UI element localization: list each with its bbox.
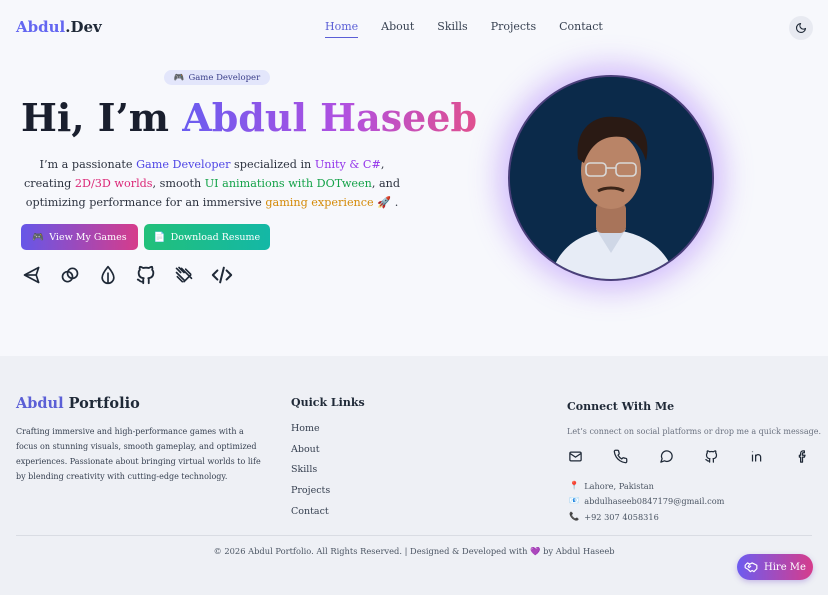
connect-subtitle: Let’s connect on social platforms or dro…	[567, 427, 822, 436]
navbar: Abdul.Dev Home About Skills Projects Con…	[0, 0, 828, 56]
desc-highlight: UI animations with DOTween	[204, 177, 372, 190]
location-text: Lahore, Pakistan	[584, 480, 654, 491]
telephone-icon: 📞	[569, 511, 580, 521]
mail-icon[interactable]	[567, 448, 583, 464]
footer-link-skills[interactable]: Skills	[291, 464, 330, 485]
feather-icon[interactable]	[97, 264, 119, 286]
quick-links-title: Quick Links	[291, 396, 365, 409]
hero-name: Abdul Haseeb	[182, 95, 478, 140]
footer-brand-first: Abdul	[16, 395, 64, 412]
logo-second: .Dev	[65, 18, 102, 36]
quick-links: Home About Skills Projects Contact	[291, 423, 330, 526]
connect-title: Connect With Me	[567, 400, 675, 413]
desc-text: 🚀 .	[377, 196, 399, 209]
footer-link-home[interactable]: Home	[291, 423, 330, 444]
nav-link-about[interactable]: About	[381, 20, 414, 38]
view-games-label: View My Games	[49, 231, 127, 243]
moon-icon	[795, 22, 807, 34]
logo-first: Abdul	[16, 18, 66, 36]
hire-me-button[interactable]: Hire Me	[737, 554, 813, 580]
github-icon[interactable]	[704, 448, 720, 464]
copyright: © 2026 Abdul Portfolio. All Rights Reser…	[0, 546, 828, 557]
pin-icon: 📍	[569, 480, 580, 490]
link-icon[interactable]	[59, 264, 81, 286]
unity-icon[interactable]	[21, 264, 43, 286]
github-icon[interactable]	[135, 264, 157, 286]
linkedin-icon[interactable]	[749, 448, 765, 464]
tech-icons	[21, 264, 233, 286]
phone-icon[interactable]	[613, 448, 629, 464]
nav-links: Home About Skills Projects Contact	[325, 20, 626, 38]
view-games-button[interactable]: 🎮 View My Games	[21, 224, 138, 250]
hero-greeting: Hi, I’m	[21, 95, 170, 140]
footer-brand: Abdul Portfolio	[16, 395, 140, 412]
footer: Abdul Portfolio Crafting immersive and h…	[0, 356, 828, 595]
footer-brand-second: Portfolio	[68, 395, 140, 412]
desc-text: specialized in	[234, 158, 312, 171]
phone-text: +92 307 4058316	[584, 511, 659, 522]
email-icon: 📧	[569, 495, 580, 505]
desc-text: I’m a passionate	[39, 158, 133, 171]
desc-highlight: 2D/3D worlds	[74, 177, 153, 190]
desc-highlight: gaming experience	[265, 196, 374, 209]
nav-link-projects[interactable]: Projects	[491, 20, 536, 38]
profile-photo	[510, 77, 712, 279]
site-logo[interactable]: Abdul.Dev	[16, 18, 102, 36]
role-badge: 🎮 Game Developer	[164, 70, 270, 85]
facebook-icon[interactable]	[795, 448, 811, 464]
role-badge-label: Game Developer	[188, 72, 261, 83]
social-links	[567, 448, 828, 464]
footer-link-about[interactable]: About	[291, 444, 330, 465]
hire-me-label: Hire Me	[764, 561, 806, 573]
footer-link-projects[interactable]: Projects	[291, 485, 330, 506]
theme-toggle-button[interactable]	[789, 16, 813, 40]
nav-link-skills[interactable]: Skills	[437, 20, 467, 38]
brush-icon[interactable]	[173, 264, 195, 286]
contact-email[interactable]: 📧 abdulhaseeb0847179@gmail.com	[569, 495, 724, 506]
desc-highlight: Unity & C#	[314, 158, 381, 171]
desc-text: , smooth	[152, 177, 202, 190]
email-text: abdulhaseeb0847179@gmail.com	[584, 495, 725, 506]
contact-location: 📍 Lahore, Pakistan	[569, 480, 654, 491]
nav-link-home[interactable]: Home	[325, 20, 359, 38]
download-resume-label: Download Resume	[170, 231, 261, 243]
gamepad-icon: 🎮	[173, 72, 185, 83]
hero-title: Hi, I’m Abdul Haseeb	[21, 95, 477, 140]
document-icon: 📄	[153, 231, 166, 243]
contact-phone[interactable]: 📞 +92 307 4058316	[569, 511, 659, 522]
hero-description: I’m a passionate Game Developer speciali…	[18, 155, 406, 212]
copyright-author: by Abdul Haseeb	[543, 546, 615, 556]
heart-icon: 💜	[530, 546, 541, 556]
footer-description: Crafting immersive and high-performance …	[16, 427, 261, 481]
handshake-icon	[744, 562, 758, 573]
profile-avatar	[508, 75, 714, 281]
desc-highlight: Game Developer	[136, 158, 231, 171]
gamepad-icon: 🎮	[32, 231, 45, 243]
footer-divider	[16, 535, 812, 536]
footer-link-contact[interactable]: Contact	[291, 506, 330, 527]
chat-icon[interactable]	[658, 448, 674, 464]
code-icon[interactable]	[211, 264, 233, 286]
nav-link-contact[interactable]: Contact	[559, 20, 603, 38]
copyright-text: © 2026 Abdul Portfolio. All Rights Reser…	[213, 546, 528, 556]
download-resume-button[interactable]: 📄 Download Resume	[144, 224, 270, 250]
